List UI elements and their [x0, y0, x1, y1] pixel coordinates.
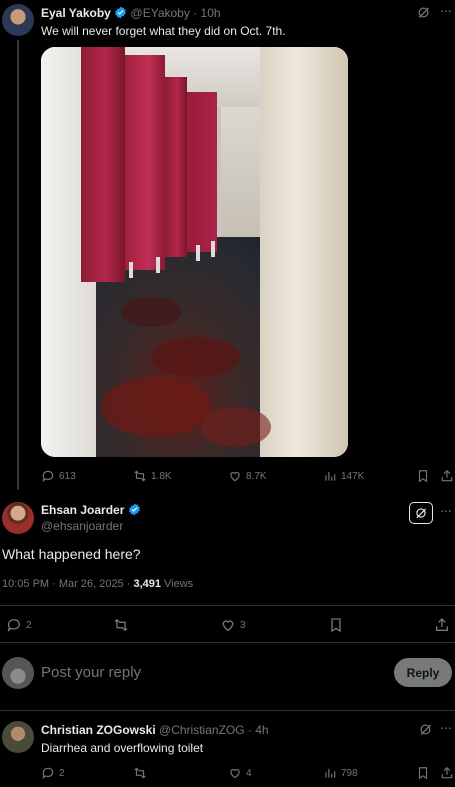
divider — [0, 710, 455, 711]
share-button[interactable] — [434, 617, 450, 633]
heart-icon — [222, 620, 234, 632]
reply-submit-button[interactable]: Reply — [394, 658, 452, 687]
avatar[interactable] — [2, 502, 34, 534]
verified-badge-icon — [115, 6, 127, 19]
bookmark-button[interactable] — [328, 617, 344, 633]
avatar[interactable] — [2, 657, 34, 689]
more-options-icon[interactable]: ··· — [440, 502, 452, 518]
like-count: 8.7K — [246, 470, 267, 482]
more-options-icon[interactable]: ··· — [440, 2, 452, 18]
timestamp[interactable]: 10:05 PM · Mar 26, 2025 · — [2, 578, 133, 590]
author-name[interactable]: Eyal Yakoby — [41, 6, 111, 20]
analytics-icon — [325, 768, 336, 778]
reply-author-name-row: Ehsan Joarder — [41, 503, 141, 517]
like-count: 3 — [240, 619, 246, 631]
repost-icon — [134, 767, 146, 779]
views-count: 798 — [341, 767, 358, 779]
like-button[interactable]: 8.7K — [228, 469, 267, 483]
separator: · — [193, 6, 198, 20]
bookmark-button[interactable] — [416, 766, 430, 780]
views-button[interactable]: 147K — [323, 469, 364, 483]
reply-icon — [42, 767, 54, 780]
views-label: Views — [160, 578, 194, 590]
tweet-photo[interactable] — [41, 47, 348, 457]
bookmark-button[interactable] — [416, 469, 430, 483]
tweet-time[interactable]: 10h — [201, 6, 221, 20]
reply-text: Diarrhea and overflowing toilet — [41, 741, 204, 755]
repost-icon — [134, 470, 146, 482]
reply-timestamp-row: 10:05 PM · Mar 26, 2025 · 3,491 Views — [2, 578, 193, 590]
grok-button[interactable] — [409, 502, 433, 524]
reply-actions: 2 4 798 — [41, 766, 455, 782]
tweet-header: Eyal Yakoby @EYakoby · 10h — [41, 6, 221, 20]
reply-button[interactable]: 2 — [41, 766, 65, 780]
heart-icon — [230, 769, 240, 779]
verified-badge-icon — [128, 503, 140, 516]
author-name[interactable]: Ehsan Joarder — [41, 503, 124, 517]
reply-count: 613 — [59, 470, 76, 482]
reply-count: 2 — [59, 767, 65, 779]
reply-time[interactable]: 4h — [255, 723, 268, 737]
share-icon — [436, 618, 448, 631]
reply-icon — [42, 470, 54, 483]
repost-count: 1.8K — [151, 470, 172, 482]
thread-line — [17, 40, 19, 490]
author-handle[interactable]: @ChristianZOG — [159, 723, 245, 737]
grok-icon — [416, 508, 427, 519]
share-icon — [441, 469, 453, 482]
divider — [0, 642, 455, 643]
views-count: 147K — [341, 470, 365, 482]
avatar[interactable] — [2, 721, 34, 753]
author-name[interactable]: Christian ZOGowski — [41, 723, 156, 737]
avatar[interactable] — [2, 4, 34, 36]
like-button[interactable]: 3 — [220, 617, 246, 633]
reply-button[interactable]: 613 — [41, 469, 76, 483]
reply-text: What happened here? — [2, 546, 141, 562]
views-count: 3,491 — [133, 578, 161, 590]
repost-button[interactable] — [113, 617, 129, 633]
separator: · — [247, 723, 252, 737]
reply-actions: 2 3 — [6, 617, 455, 635]
tweet-actions: 613 1.8K 8.7K 147K — [41, 469, 455, 485]
grok-icon[interactable] — [418, 722, 433, 742]
share-icon — [441, 766, 453, 779]
divider — [0, 605, 455, 606]
bookmark-icon — [418, 767, 428, 780]
reply-input[interactable] — [41, 660, 381, 684]
share-button[interactable] — [440, 469, 454, 483]
reply-button[interactable]: 2 — [6, 617, 32, 633]
bookmark-icon — [331, 618, 341, 633]
analytics-icon — [325, 471, 336, 481]
reply-count: 2 — [26, 619, 32, 631]
repost-button[interactable] — [133, 766, 147, 780]
views-button[interactable]: 798 — [323, 766, 358, 780]
like-button[interactable]: 4 — [228, 766, 252, 780]
repost-button[interactable]: 1.8K — [133, 469, 172, 483]
like-count: 4 — [246, 767, 252, 779]
share-button[interactable] — [440, 766, 454, 780]
tweet-text: We will never forget what they did on Oc… — [41, 24, 286, 38]
author-handle[interactable]: @ehsanjoarder — [41, 519, 123, 533]
reply-header: Christian ZOGowski @ChristianZOG · 4h — [41, 723, 269, 737]
heart-icon — [230, 472, 240, 482]
author-handle[interactable]: @EYakoby — [131, 6, 190, 20]
repost-icon — [114, 618, 128, 632]
more-options-icon[interactable]: ··· — [440, 719, 452, 735]
reply-icon — [7, 619, 20, 632]
bookmark-icon — [418, 470, 428, 483]
grok-icon[interactable] — [416, 5, 431, 25]
